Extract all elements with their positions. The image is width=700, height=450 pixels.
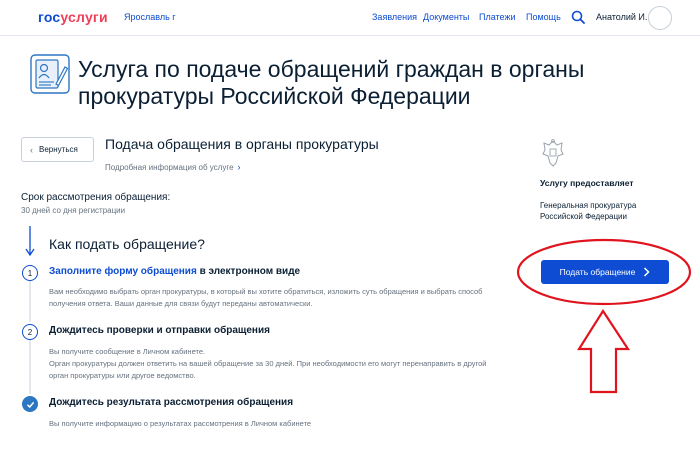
step-description: Орган прокуратуры должен ответить на ваш… [49, 359, 487, 380]
fill-form-link[interactable]: Заполните форму обращения [49, 266, 197, 277]
term-label: Срок рассмотрения обращения: [21, 192, 171, 203]
nav-payments[interactable]: Платежи [479, 12, 516, 22]
nav-documents[interactable]: Документы [423, 12, 469, 22]
gosuslugi-logo[interactable]: госуслуги [38, 9, 108, 25]
step-description: Вы получите информацию о результатах рас… [49, 419, 312, 428]
step-title: Дождитесь результата рассмотрения обраще… [49, 397, 294, 408]
avatar[interactable] [648, 6, 672, 30]
how-to-title: Как подать обращение? [49, 236, 205, 252]
step-title: Дождитесь проверки и отправки обращения [49, 325, 270, 336]
section-title: Подача обращения в органы прокуратуры [105, 136, 379, 152]
chevron-left-icon: ‹ [30, 144, 33, 155]
more-info-link[interactable]: Подробная информация об услуге › [105, 162, 241, 172]
step-description: Вы получите сообщение в Личном кабинете. [49, 347, 206, 356]
provider-name: Генеральная прокуратура Российской Федер… [540, 201, 637, 221]
coat-of-arms-icon [542, 139, 564, 167]
step-check-icon [22, 396, 38, 412]
back-button[interactable]: ‹ Вернуться [21, 137, 94, 162]
user-name[interactable]: Анатолий И. [596, 12, 647, 22]
submit-button-label: Подать обращение [559, 267, 636, 277]
appeal-document-icon [30, 54, 70, 94]
annotation-arrow [577, 308, 631, 394]
step-title-rest: в электронном виде [196, 266, 301, 277]
provider-label: Услугу предоставляет [540, 178, 634, 188]
step-number: 2 [22, 324, 38, 340]
step-title: Заполните форму обращения в электронном … [49, 266, 300, 277]
region-selector[interactable]: Ярославль г [124, 12, 176, 22]
chevron-right-icon [644, 267, 650, 277]
back-button-label: Вернуться [39, 145, 78, 154]
submit-appeal-button[interactable]: Подать обращение [541, 260, 669, 284]
nav-applications[interactable]: Заявления [372, 12, 417, 22]
step-description: Вам необходимо выбрать орган прокуратуры… [49, 287, 483, 308]
nav-help[interactable]: Помощь [526, 12, 561, 22]
top-header: госуслуги Ярославль г Заявления Документ… [0, 0, 700, 36]
chevron-right-icon: › [237, 162, 241, 172]
more-info-label: Подробная информация об услуге [105, 163, 234, 172]
page-title: Услуга по подаче обращений граждан в орг… [78, 56, 585, 109]
term-value: 30 дней со дня регистрации [21, 206, 126, 215]
step-number: 1 [22, 265, 38, 281]
search-icon[interactable] [571, 10, 585, 24]
